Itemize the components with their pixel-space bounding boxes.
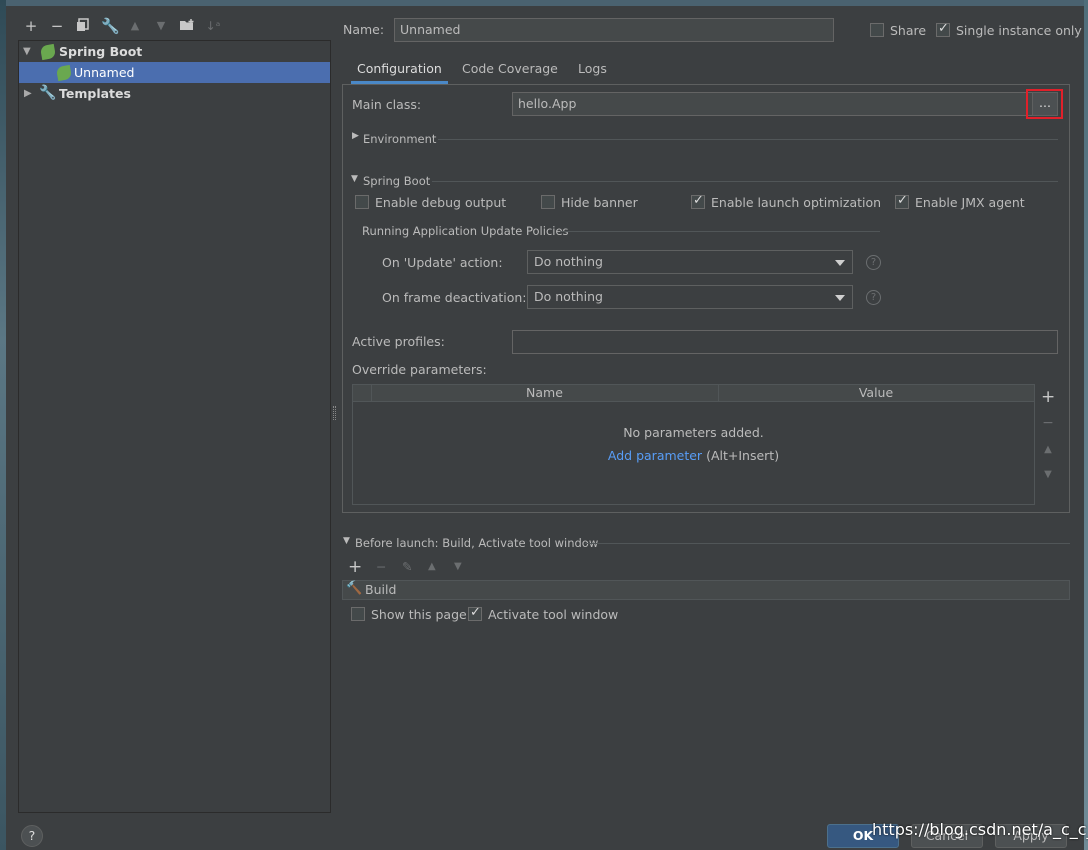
- build-label: Build: [365, 582, 397, 597]
- before-launch-item[interactable]: 🔨 Build: [342, 580, 1070, 600]
- active-profiles-field[interactable]: [512, 330, 1058, 354]
- window-left-edge: [0, 0, 6, 850]
- hide-banner-checkbox[interactable]: [541, 195, 555, 209]
- move-up-icon[interactable]: ▲: [127, 18, 143, 34]
- tree-label-templates: Templates: [59, 86, 131, 101]
- hammer-icon: 🔨: [346, 581, 363, 596]
- tab-logs[interactable]: Logs: [572, 56, 613, 84]
- name-field[interactable]: Unnamed: [394, 18, 834, 42]
- parameters-table: Name Value No parameters added. Add para…: [352, 384, 1035, 505]
- move-up-icon[interactable]: ▲: [1041, 443, 1055, 457]
- wrench-icon: 🔧: [39, 85, 57, 101]
- help-icon[interactable]: ?: [866, 290, 881, 305]
- tree-item-unnamed[interactable]: Unnamed: [19, 62, 330, 83]
- share-label[interactable]: Share: [890, 23, 926, 38]
- environment-label[interactable]: Environment: [363, 132, 436, 146]
- activate-tool-window-checkbox[interactable]: [468, 605, 482, 621]
- move-down-icon[interactable]: ▼: [153, 18, 169, 34]
- jmx-agent-checkbox[interactable]: [895, 193, 909, 209]
- spring-boot-icon: [39, 43, 57, 61]
- configuration-tree: ▼ Spring Boot Unnamed ▶ 🔧 Templates: [18, 40, 331, 813]
- edit-icon[interactable]: ✎: [402, 559, 412, 574]
- table-header: Name Value: [353, 385, 1034, 402]
- add-parameter-shortcut: (Alt+Insert): [706, 448, 780, 463]
- expand-arrow-icon[interactable]: ▼: [23, 41, 31, 62]
- tree-item-templates[interactable]: ▶ 🔧 Templates: [19, 83, 330, 104]
- separator: [432, 181, 1058, 182]
- single-instance-checkbox[interactable]: [936, 21, 950, 37]
- main-class-field[interactable]: hello.App: [512, 92, 1058, 116]
- active-profiles-label: Active profiles:: [352, 334, 445, 349]
- remove-icon[interactable]: −: [1041, 416, 1055, 430]
- collapse-arrow-icon[interactable]: ▶: [24, 83, 32, 104]
- spring-boot-config-icon: [55, 64, 73, 82]
- remove-icon[interactable]: −: [376, 559, 386, 574]
- chevron-down-icon: [835, 295, 845, 301]
- tab-code-coverage[interactable]: Code Coverage: [456, 56, 564, 84]
- move-down-icon[interactable]: ▼: [454, 561, 462, 572]
- tree-label-unnamed: Unnamed: [74, 65, 135, 80]
- policies-label: Running Application Update Policies: [362, 224, 569, 238]
- copy-icon[interactable]: [75, 18, 91, 34]
- environment-expand-icon[interactable]: ▶: [352, 131, 359, 141]
- tree-label-spring-boot: Spring Boot: [59, 44, 143, 59]
- show-this-page-checkbox[interactable]: [351, 607, 365, 621]
- window-top-edge: [0, 0, 1088, 6]
- on-update-label: On 'Update' action:: [382, 255, 503, 270]
- on-frame-label: On frame deactivation:: [382, 290, 527, 305]
- new-folder-icon[interactable]: [179, 18, 195, 34]
- spring-boot-section-label[interactable]: Spring Boot: [363, 174, 430, 188]
- launch-optimization-label[interactable]: Enable launch optimization: [711, 195, 881, 210]
- highlight-box: [1026, 89, 1063, 119]
- launch-optimization-checkbox[interactable]: [691, 193, 705, 209]
- splitter-handle[interactable]: [333, 406, 336, 420]
- before-launch-collapse-icon[interactable]: ▼: [343, 536, 350, 546]
- add-icon[interactable]: +: [23, 18, 39, 34]
- sort-icon[interactable]: ↓ᵃ: [205, 18, 221, 34]
- name-label: Name:: [343, 22, 385, 37]
- jmx-agent-label[interactable]: Enable JMX agent: [915, 195, 1025, 210]
- on-update-value: Do nothing: [534, 254, 603, 269]
- on-frame-value: Do nothing: [534, 289, 603, 304]
- tree-item-spring-boot[interactable]: ▼ Spring Boot: [19, 41, 330, 62]
- add-parameter-link[interactable]: Add parameter: [608, 448, 702, 463]
- move-up-icon[interactable]: ▲: [428, 561, 436, 572]
- tab-configuration[interactable]: Configuration: [351, 56, 448, 84]
- hide-banner-label[interactable]: Hide banner: [561, 195, 638, 210]
- enable-debug-checkbox[interactable]: [355, 195, 369, 209]
- add-icon[interactable]: +: [1041, 389, 1055, 406]
- separator: [585, 543, 1070, 544]
- column-name[interactable]: Name: [371, 385, 718, 401]
- help-button[interactable]: ?: [21, 825, 43, 847]
- share-checkbox[interactable]: [870, 23, 884, 37]
- chevron-down-icon: [835, 260, 845, 266]
- empty-text: No parameters added.: [623, 425, 764, 440]
- column-value[interactable]: Value: [718, 385, 1034, 401]
- override-parameters-label: Override parameters:: [352, 362, 487, 377]
- activate-tool-window-label[interactable]: Activate tool window: [488, 607, 618, 622]
- before-launch-title[interactable]: Before launch: Build, Activate tool wind…: [355, 536, 598, 550]
- on-update-select[interactable]: Do nothing: [527, 250, 853, 274]
- show-this-page-label[interactable]: Show this page: [371, 607, 467, 622]
- window-right-edge: [1084, 0, 1088, 850]
- single-instance-label[interactable]: Single instance only: [956, 23, 1082, 38]
- enable-debug-label[interactable]: Enable debug output: [375, 195, 506, 210]
- help-icon[interactable]: ?: [866, 255, 881, 270]
- remove-icon[interactable]: −: [49, 18, 65, 34]
- watermark-text: https://blog.csdn.net/a_c_c_a: [872, 820, 1088, 839]
- separator: [560, 231, 880, 232]
- move-down-icon[interactable]: ▼: [1041, 468, 1055, 482]
- on-frame-select[interactable]: Do nothing: [527, 285, 853, 309]
- main-class-label: Main class:: [352, 97, 422, 112]
- spring-boot-collapse-icon[interactable]: ▼: [351, 174, 358, 184]
- wrench-icon[interactable]: 🔧: [101, 18, 120, 34]
- add-icon[interactable]: +: [348, 557, 362, 577]
- separator: [438, 139, 1058, 140]
